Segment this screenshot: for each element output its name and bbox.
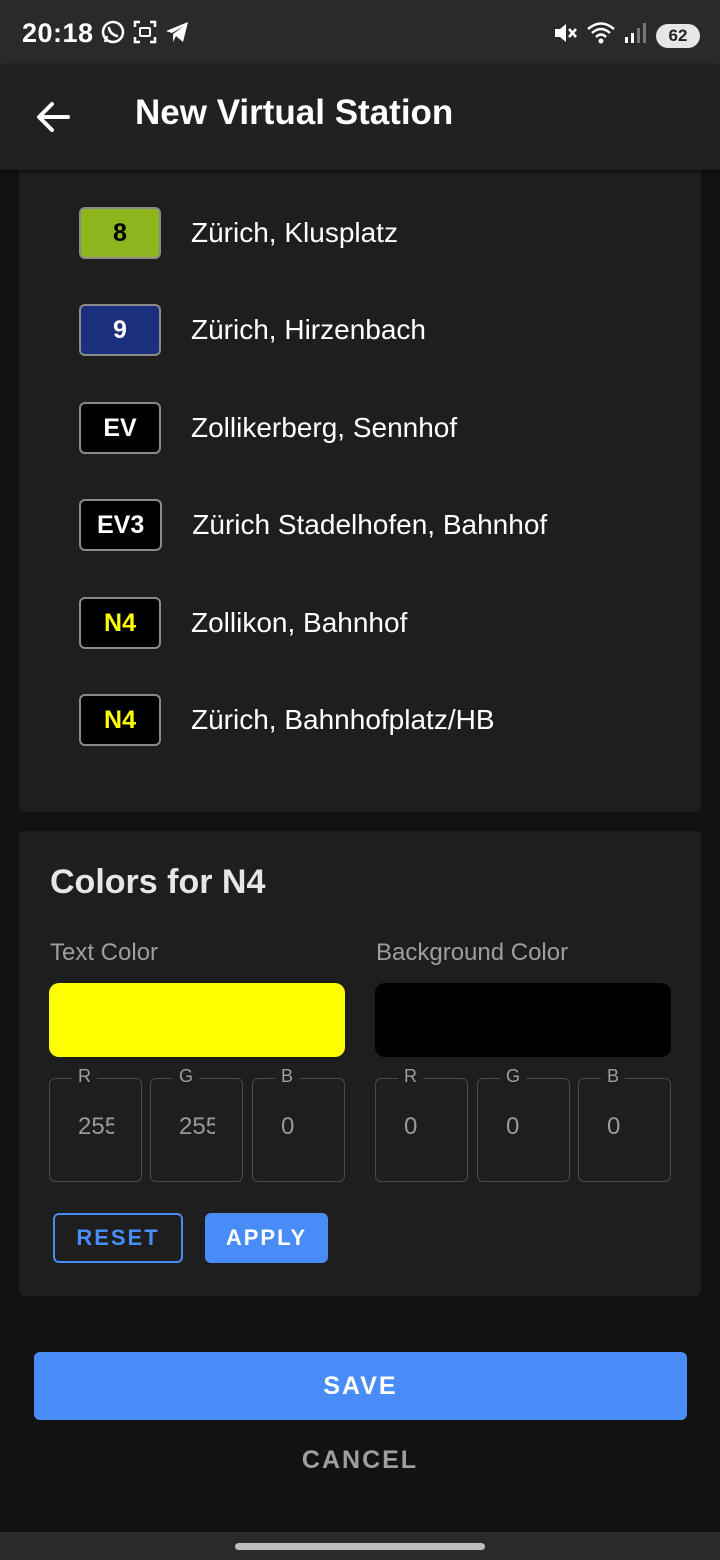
station-name: Zürich, Hirzenbach xyxy=(191,314,426,345)
text-color-label: Text Color xyxy=(50,939,159,966)
apply-button[interactable]: APPLY xyxy=(205,1213,328,1263)
station-row[interactable]: N4 Zollikon, Bahnhof xyxy=(79,596,407,650)
wifi-icon xyxy=(586,20,616,51)
screenshot-icon xyxy=(132,19,158,50)
background-color-r-field[interactable]: R 0 xyxy=(375,1066,468,1182)
status-bar: 20:18 62 xyxy=(0,0,720,64)
field-value: 255 xyxy=(78,1113,114,1140)
home-indicator[interactable] xyxy=(235,1543,485,1550)
station-list: 8 Zürich, Klusplatz 9 Zürich, Hirzenbach… xyxy=(19,170,701,812)
station-row[interactable]: N4 Zürich, Bahnhofplatz/HB xyxy=(79,693,495,747)
save-button[interactable]: SAVE xyxy=(34,1352,687,1420)
line-badge: N4 xyxy=(79,597,161,649)
station-row[interactable]: EV Zollikerberg, Sennhof xyxy=(79,401,457,455)
text-color-b-field[interactable]: B 0 xyxy=(252,1066,345,1182)
station-name: Zollikon, Bahnhof xyxy=(191,607,408,638)
field-value: 0 xyxy=(404,1113,418,1140)
line-badge: 8 xyxy=(79,207,161,259)
arrow-left-icon xyxy=(28,102,80,144)
field-value: 0 xyxy=(506,1113,520,1140)
back-button[interactable] xyxy=(28,94,80,140)
whatsapp-icon xyxy=(100,19,126,50)
line-badge: N4 xyxy=(79,694,161,746)
colors-panel-title: Colors for N4 xyxy=(50,863,266,901)
app-bar: New Virtual Station xyxy=(0,64,720,170)
battery-icon: 62 xyxy=(656,23,700,48)
field-value: 0 xyxy=(281,1113,295,1140)
station-row[interactable]: EV3 Zürich Stadelhofen, Bahnhof xyxy=(79,498,547,552)
colors-panel: Colors for N4 Text Color Background Colo… xyxy=(19,831,701,1296)
mute-icon xyxy=(552,20,578,51)
signal-icon xyxy=(624,20,648,51)
field-value: 255 xyxy=(179,1113,215,1140)
telegram-icon xyxy=(164,19,190,50)
station-row[interactable]: 8 Zürich, Klusplatz xyxy=(79,206,398,260)
field-label: B xyxy=(275,1066,300,1087)
station-name: Zürich Stadelhofen, Bahnhof xyxy=(192,509,548,540)
station-name: Zürich, Klusplatz xyxy=(191,217,398,248)
station-name: Zürich, Bahnhofplatz/HB xyxy=(191,704,495,735)
cancel-button[interactable]: CANCEL xyxy=(260,1440,460,1480)
line-badge: 9 xyxy=(79,304,161,356)
reset-button[interactable]: RESET xyxy=(53,1213,183,1263)
station-row[interactable]: 9 Zürich, Hirzenbach xyxy=(79,303,426,357)
background-color-b-field[interactable]: B 0 xyxy=(578,1066,671,1182)
line-badge: EV3 xyxy=(79,499,163,551)
text-color-r-field[interactable]: R 255 xyxy=(49,1066,142,1182)
field-label: R xyxy=(72,1066,97,1087)
status-time: 20:18 xyxy=(22,18,94,48)
field-label: B xyxy=(601,1066,626,1087)
background-color-label: Background Color xyxy=(376,939,569,966)
line-badge: EV xyxy=(79,402,161,454)
background-color-swatch[interactable] xyxy=(375,983,671,1057)
field-label: R xyxy=(398,1066,423,1087)
text-color-g-field[interactable]: G 255 xyxy=(150,1066,243,1182)
field-label: G xyxy=(173,1066,200,1087)
page-title: New Virtual Station xyxy=(135,93,454,132)
text-color-swatch[interactable] xyxy=(49,983,345,1057)
field-value: 0 xyxy=(607,1113,621,1140)
field-label: G xyxy=(500,1066,527,1087)
notification-icons xyxy=(100,19,190,50)
navigation-bar xyxy=(0,1532,720,1560)
system-icons: 62 xyxy=(552,20,700,51)
background-color-g-field[interactable]: G 0 xyxy=(477,1066,570,1182)
station-name: Zollikerberg, Sennhof xyxy=(191,412,458,443)
